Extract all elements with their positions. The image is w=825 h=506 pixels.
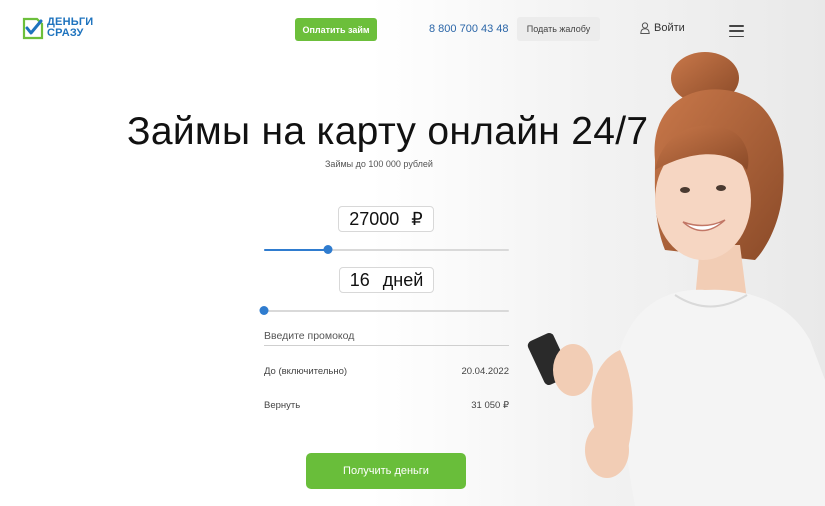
currency-symbol: ₽ <box>411 208 423 229</box>
logo-line-2: СРАЗУ <box>47 27 84 39</box>
term-unit: дней <box>382 269 424 290</box>
get-money-button[interactable]: Получить деньги <box>306 453 466 489</box>
amount-value: 27000 <box>349 208 400 229</box>
term-slider-track <box>264 310 509 312</box>
amount-slider[interactable] <box>264 245 509 255</box>
logo[interactable]: ДЕНЬГИ СРАЗУ <box>22 16 93 40</box>
complaint-button[interactable]: Подать жалобу <box>517 17 600 41</box>
term-value: 16 <box>349 269 370 290</box>
menu-icon[interactable] <box>729 25 744 37</box>
login-link[interactable]: Войти <box>640 22 685 34</box>
term-field[interactable]: 16 дней <box>339 267 434 293</box>
login-label: Войти <box>654 22 685 34</box>
pay-loan-button[interactable]: Оплатить займ <box>295 18 377 41</box>
due-date-row: До (включительно) 20.04.2022 <box>264 366 509 377</box>
amount-slider-fill <box>264 249 328 251</box>
page-title: Займы на карту онлайн 24/7 <box>127 110 649 153</box>
term-slider[interactable] <box>259 306 509 316</box>
amount-field[interactable]: 27000 ₽ <box>338 206 434 232</box>
return-amount-label: Вернуть <box>264 400 301 411</box>
amount-slider-thumb[interactable] <box>323 245 333 254</box>
return-amount-value: 31 050 ₽ <box>471 400 509 411</box>
user-icon <box>640 22 650 34</box>
return-amount-row: Вернуть 31 050 ₽ <box>264 400 509 411</box>
logo-text: ДЕНЬГИ СРАЗУ <box>47 17 93 39</box>
phone-link[interactable]: 8 800 700 43 48 <box>429 23 509 35</box>
term-slider-thumb[interactable] <box>259 306 269 315</box>
logo-check-icon <box>22 17 44 40</box>
page-subtitle: Займы до 100 000 рублей <box>325 159 433 169</box>
promo-code-input[interactable] <box>264 326 509 346</box>
due-date-value: 20.04.2022 <box>461 366 509 377</box>
due-date-label: До (включительно) <box>264 366 348 377</box>
